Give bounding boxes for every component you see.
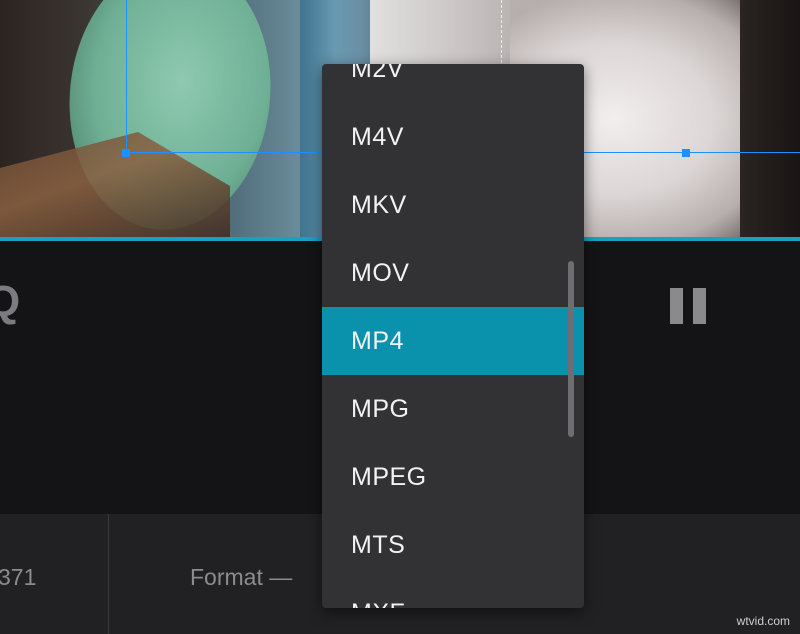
format-label[interactable]: Format —: [190, 564, 292, 591]
format-option-m2v[interactable]: M2V: [322, 64, 584, 103]
left-value-text: 371: [0, 564, 37, 590]
dropdown-scrollbar[interactable]: [568, 261, 574, 437]
format-option-mts[interactable]: MTS: [322, 511, 584, 579]
partial-control-glyph: Q: [0, 277, 21, 326]
format-option-mpg[interactable]: MPG: [322, 375, 584, 443]
format-option-mkv[interactable]: MKV: [322, 171, 584, 239]
format-option-mpeg[interactable]: MPEG: [322, 443, 584, 511]
crop-handle-bottom-center[interactable]: [682, 149, 690, 157]
format-option-mov[interactable]: MOV: [322, 239, 584, 307]
format-option-mxf[interactable]: MXF: [322, 579, 584, 608]
bar-divider: [108, 514, 109, 634]
format-option-list: M2V M4V MKV MOV MP4 MPG MPEG MTS MXF: [322, 64, 584, 608]
watermark: wtvid.com: [736, 614, 790, 628]
format-option-m4v[interactable]: M4V: [322, 103, 584, 171]
format-option-mp4[interactable]: MP4: [322, 307, 584, 375]
format-dropdown[interactable]: M2V M4V MKV MOV MP4 MPG MPEG MTS MXF: [322, 64, 584, 608]
crop-handle-bottom-left[interactable]: [122, 149, 130, 157]
pause-icon[interactable]: [670, 288, 706, 324]
